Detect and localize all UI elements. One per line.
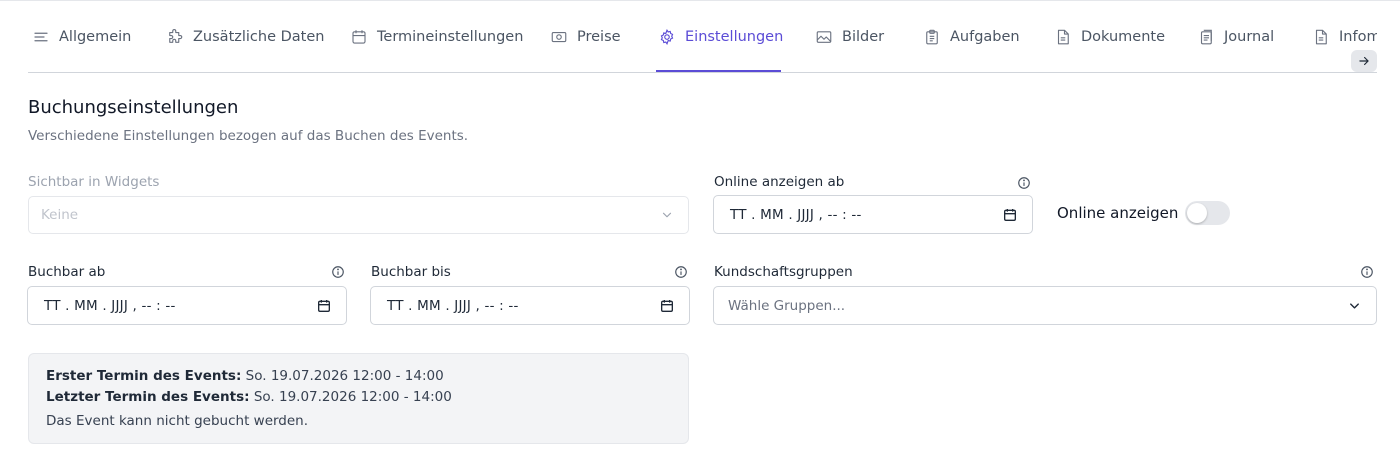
section-title: Buchungseinstellungen xyxy=(28,97,239,118)
tabs-scroll-right-button[interactable] xyxy=(1351,50,1377,72)
image-icon xyxy=(816,31,832,43)
calendar-icon[interactable] xyxy=(316,298,332,314)
active-tab-indicator xyxy=(656,70,781,72)
bookable-from-value: TT . MM . JJJJ , -- : -- xyxy=(44,297,176,314)
chevron-down-icon xyxy=(1350,302,1359,309)
journal-icon xyxy=(1200,29,1212,45)
tab-einstellungen[interactable]: Einstellungen xyxy=(658,1,784,72)
tab-label: Aufgaben xyxy=(950,29,1020,45)
bookable-until-label: Buchbar bis xyxy=(371,264,451,280)
tab-journal[interactable]: Journal xyxy=(1197,1,1275,72)
arrow-right-icon xyxy=(1359,56,1369,66)
clipboard-icon xyxy=(926,29,938,45)
calendar-icon[interactable] xyxy=(1002,207,1018,223)
bookable-until-datetime-input[interactable]: TT . MM . JJJJ , -- : -- xyxy=(370,286,690,325)
tab-label: Journal xyxy=(1224,29,1275,45)
section-subtitle: Verschiedene Einstellungen bezogen auf d… xyxy=(28,128,469,144)
booking-status-note: Das Event kann nicht gebucht werden. xyxy=(46,413,309,429)
customer-groups-label: Kundschaftsgruppen xyxy=(714,264,853,280)
online-from-value: TT . MM . JJJJ , -- : -- xyxy=(730,206,862,223)
last-event-value: So. 19.07.2026 12:00 - 14:00 xyxy=(253,389,452,405)
info-icon[interactable] xyxy=(331,265,345,279)
last-event-date: Letzter Termin des Events: So. 19.07.202… xyxy=(46,389,452,405)
customer-groups-select[interactable]: Wähle Gruppen... xyxy=(713,286,1377,325)
puzzle-icon xyxy=(169,29,183,43)
last-event-label: Letzter Termin des Events: xyxy=(46,389,250,405)
tab-label: Einstellungen xyxy=(685,29,784,45)
first-event-value: So. 19.07.2026 12:00 - 14:00 xyxy=(245,368,444,384)
tab-label: Preise xyxy=(577,29,621,45)
widgets-placeholder: Keine xyxy=(41,207,79,223)
online-toggle[interactable] xyxy=(1185,201,1230,225)
tab-aufgaben[interactable]: Aufgaben xyxy=(923,1,1020,72)
chevron-down-icon xyxy=(662,212,672,218)
info-document-icon xyxy=(1315,29,1327,45)
widgets-select[interactable]: Keine xyxy=(28,196,689,234)
calendar-icon xyxy=(352,30,366,44)
tab-label: Bilder xyxy=(842,29,885,45)
event-dates-infobox: Erster Termin des Events: So. 19.07.2026… xyxy=(28,353,689,444)
first-event-label: Erster Termin des Events: xyxy=(46,368,242,384)
banknote-icon xyxy=(551,31,567,43)
gear-icon xyxy=(660,29,674,45)
bookable-until-value: TT . MM . JJJJ , -- : -- xyxy=(387,297,519,314)
tab-label: Termineinstellungen xyxy=(377,29,524,45)
tab-label: Infom xyxy=(1339,29,1377,45)
online-toggle-label: Online anzeigen xyxy=(1057,204,1179,222)
tab-termineinstellungen[interactable]: Termineinstellungen xyxy=(350,1,524,72)
toggle-knob xyxy=(1187,203,1207,223)
tab-zusaetzliche-daten[interactable]: Zusätzliche Daten xyxy=(166,1,325,72)
info-icon[interactable] xyxy=(674,265,688,279)
tab-label: Zusätzliche Daten xyxy=(193,29,325,45)
tab-dokumente[interactable]: Dokumente xyxy=(1054,1,1166,72)
widgets-label: Sichtbar in Widgets xyxy=(28,174,160,190)
bookable-from-datetime-input[interactable]: TT . MM . JJJJ , -- : -- xyxy=(27,286,347,325)
tab-bilder[interactable]: Bilder xyxy=(815,1,885,72)
online-from-label: Online anzeigen ab xyxy=(714,174,845,190)
calendar-icon[interactable] xyxy=(659,298,675,314)
document-icon xyxy=(1057,29,1069,45)
bookable-from-label: Buchbar ab xyxy=(28,264,106,280)
tab-allgemein[interactable]: Allgemein xyxy=(32,1,132,72)
first-event-date: Erster Termin des Events: So. 19.07.2026… xyxy=(46,368,444,384)
tab-bar: Allgemein Zusätzliche Daten Termineinste… xyxy=(28,1,1377,73)
menu-lines-icon xyxy=(34,32,48,42)
online-from-datetime-input[interactable]: TT . MM . JJJJ , -- : -- xyxy=(713,195,1033,234)
customer-groups-placeholder: Wähle Gruppen... xyxy=(728,297,846,314)
info-icon[interactable] xyxy=(1360,265,1374,279)
tab-preise[interactable]: Preise xyxy=(550,1,621,72)
tab-label: Dokumente xyxy=(1081,29,1166,45)
tab-label: Allgemein xyxy=(59,29,132,45)
info-icon[interactable] xyxy=(1017,176,1031,190)
